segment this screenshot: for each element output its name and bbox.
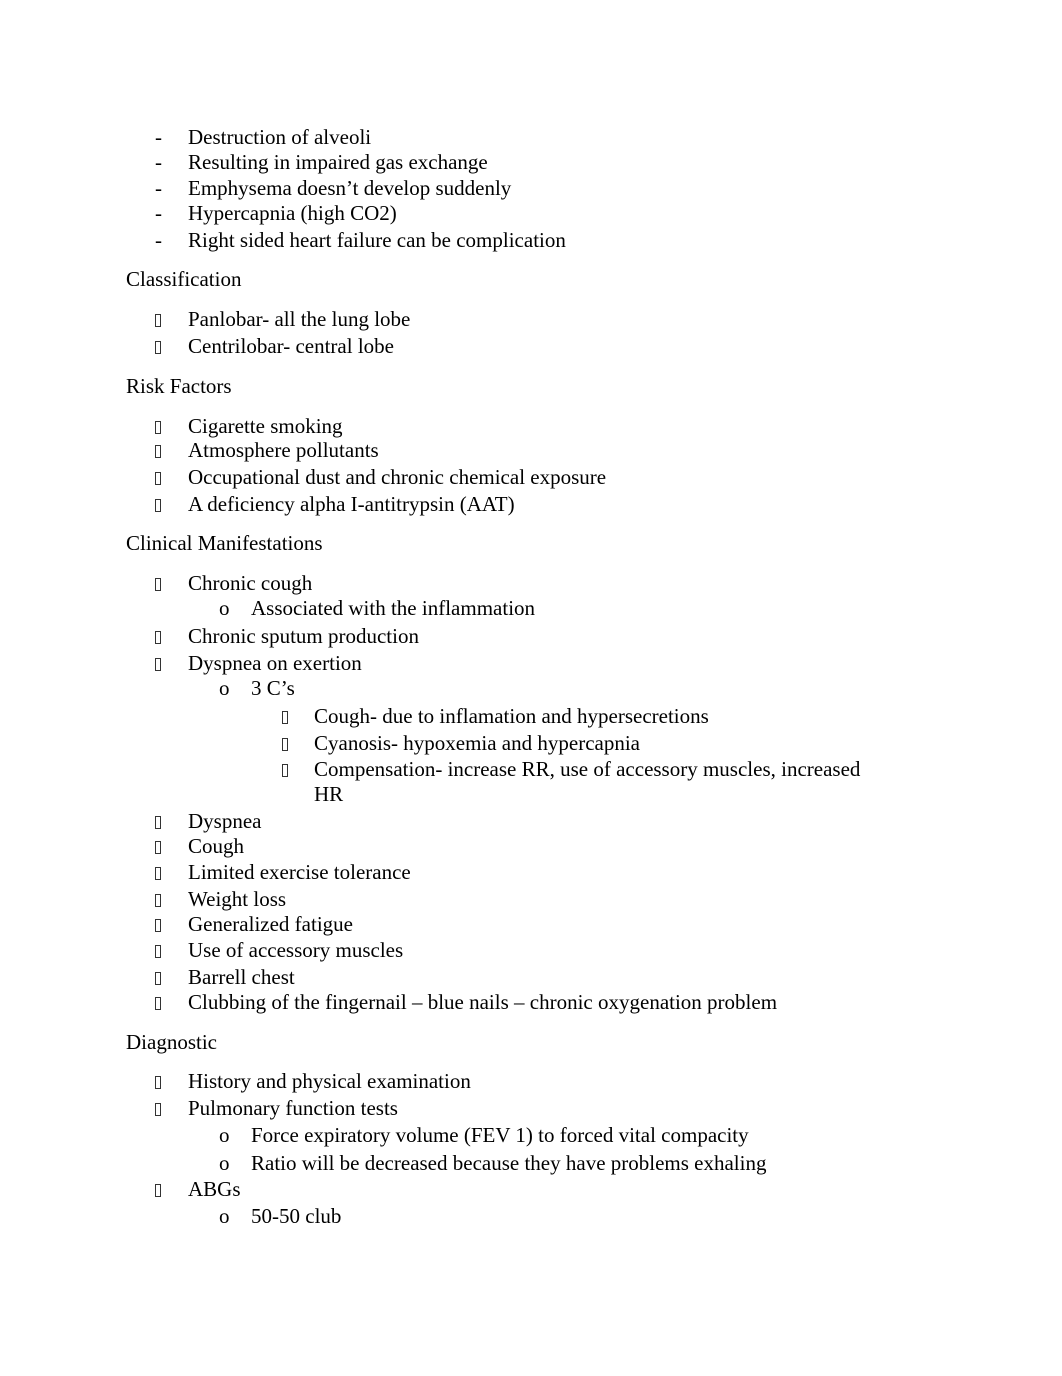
dash-marker: -	[155, 201, 162, 225]
dash-marker: -	[155, 150, 162, 174]
section-heading-clinical-manifestations: Clinical Manifestations	[126, 531, 323, 555]
list-item: Limited exercise tolerance	[188, 860, 411, 884]
bullet-icon	[155, 860, 161, 884]
sub-bullet-marker: o	[219, 1123, 230, 1147]
bullet-icon	[155, 990, 161, 1014]
bullet-icon	[155, 887, 161, 911]
bullet-icon	[155, 334, 161, 358]
section-heading-diagnostic: Diagnostic	[126, 1030, 217, 1054]
list-item: Centrilobar- central lobe	[188, 334, 394, 358]
list-item: Resulting in impaired gas exchange	[188, 150, 488, 174]
list-item: ABGs	[188, 1177, 241, 1201]
list-item: History and physical examination	[188, 1069, 471, 1093]
bullet-icon	[155, 1177, 161, 1201]
sub-list-item: 3 C’s	[251, 676, 295, 700]
bullet-icon	[155, 809, 161, 833]
section-heading-classification: Classification	[126, 267, 242, 291]
list-item: Chronic sputum production	[188, 624, 419, 648]
bullet-icon	[155, 1096, 161, 1120]
bullet-icon	[155, 834, 161, 858]
list-item: Chronic cough	[188, 571, 313, 595]
list-item: Use of accessory muscles	[188, 938, 404, 962]
bullet-icon	[282, 757, 288, 781]
sub-sub-list-item: Cough- due to inflamation and hypersecre…	[314, 704, 709, 728]
dash-marker: -	[155, 228, 162, 252]
bullet-icon	[155, 465, 161, 489]
bullet-icon	[155, 492, 161, 516]
list-item: Generalized fatigue	[188, 912, 353, 936]
list-item: Right sided heart failure can be complic…	[188, 228, 566, 252]
list-item: A deficiency alpha I-antitrypsin (AAT)	[188, 492, 515, 516]
sub-list-item: Force expiratory volume (FEV 1) to force…	[251, 1123, 749, 1147]
bullet-icon	[155, 651, 161, 675]
dash-marker: -	[155, 125, 162, 149]
list-item: Destruction of alveoli	[188, 125, 372, 149]
bullet-icon	[282, 731, 288, 755]
sub-sub-list-item: Compensation- increase RR, use of access…	[314, 757, 861, 781]
sub-bullet-marker: o	[219, 1204, 230, 1228]
list-item: Weight loss	[188, 887, 287, 911]
bullet-icon	[155, 624, 161, 648]
sub-bullet-marker: o	[219, 596, 230, 620]
document-page: - Destruction of alveoli - Resulting in …	[0, 0, 1062, 1376]
list-item: Emphysema doesn’t develop suddenly	[188, 176, 512, 200]
sub-list-item: 50-50 club	[251, 1204, 342, 1228]
bullet-icon	[155, 912, 161, 936]
bullet-icon	[155, 438, 161, 462]
list-item: Occupational dust and chronic chemical e…	[188, 465, 607, 489]
bullet-icon	[155, 571, 161, 595]
section-heading-risk-factors: Risk Factors	[126, 374, 232, 398]
list-item: Pulmonary function tests	[188, 1096, 398, 1120]
list-item: Cigarette smoking	[188, 414, 343, 438]
dash-marker: -	[155, 176, 162, 200]
list-item: Atmosphere pollutants	[188, 438, 379, 462]
bullet-icon	[282, 704, 288, 728]
sub-list-item: Associated with the inflammation	[251, 596, 536, 620]
sub-list-item: Ratio will be decreased because they hav…	[251, 1151, 767, 1175]
bullet-icon	[155, 307, 161, 331]
list-item: Cough	[188, 834, 245, 858]
bullet-icon	[155, 938, 161, 962]
sub-sub-list-item-continuation: HR	[314, 782, 344, 806]
bullet-icon	[155, 1069, 161, 1093]
list-item: Dyspnea	[188, 809, 262, 833]
sub-sub-list-item: Cyanosis- hypoxemia and hypercapnia	[314, 731, 640, 755]
list-item: Hypercapnia (high CO2)	[188, 201, 397, 225]
bullet-icon	[155, 965, 161, 989]
list-item: Panlobar- all the lung lobe	[188, 307, 411, 331]
list-item: Dyspnea on exertion	[188, 651, 362, 675]
sub-bullet-marker: o	[219, 1151, 230, 1175]
list-item: Barrell chest	[188, 965, 295, 989]
sub-bullet-marker: o	[219, 676, 230, 700]
list-item: Clubbing of the fingernail – blue nails …	[188, 990, 778, 1014]
bullet-icon	[155, 414, 161, 438]
